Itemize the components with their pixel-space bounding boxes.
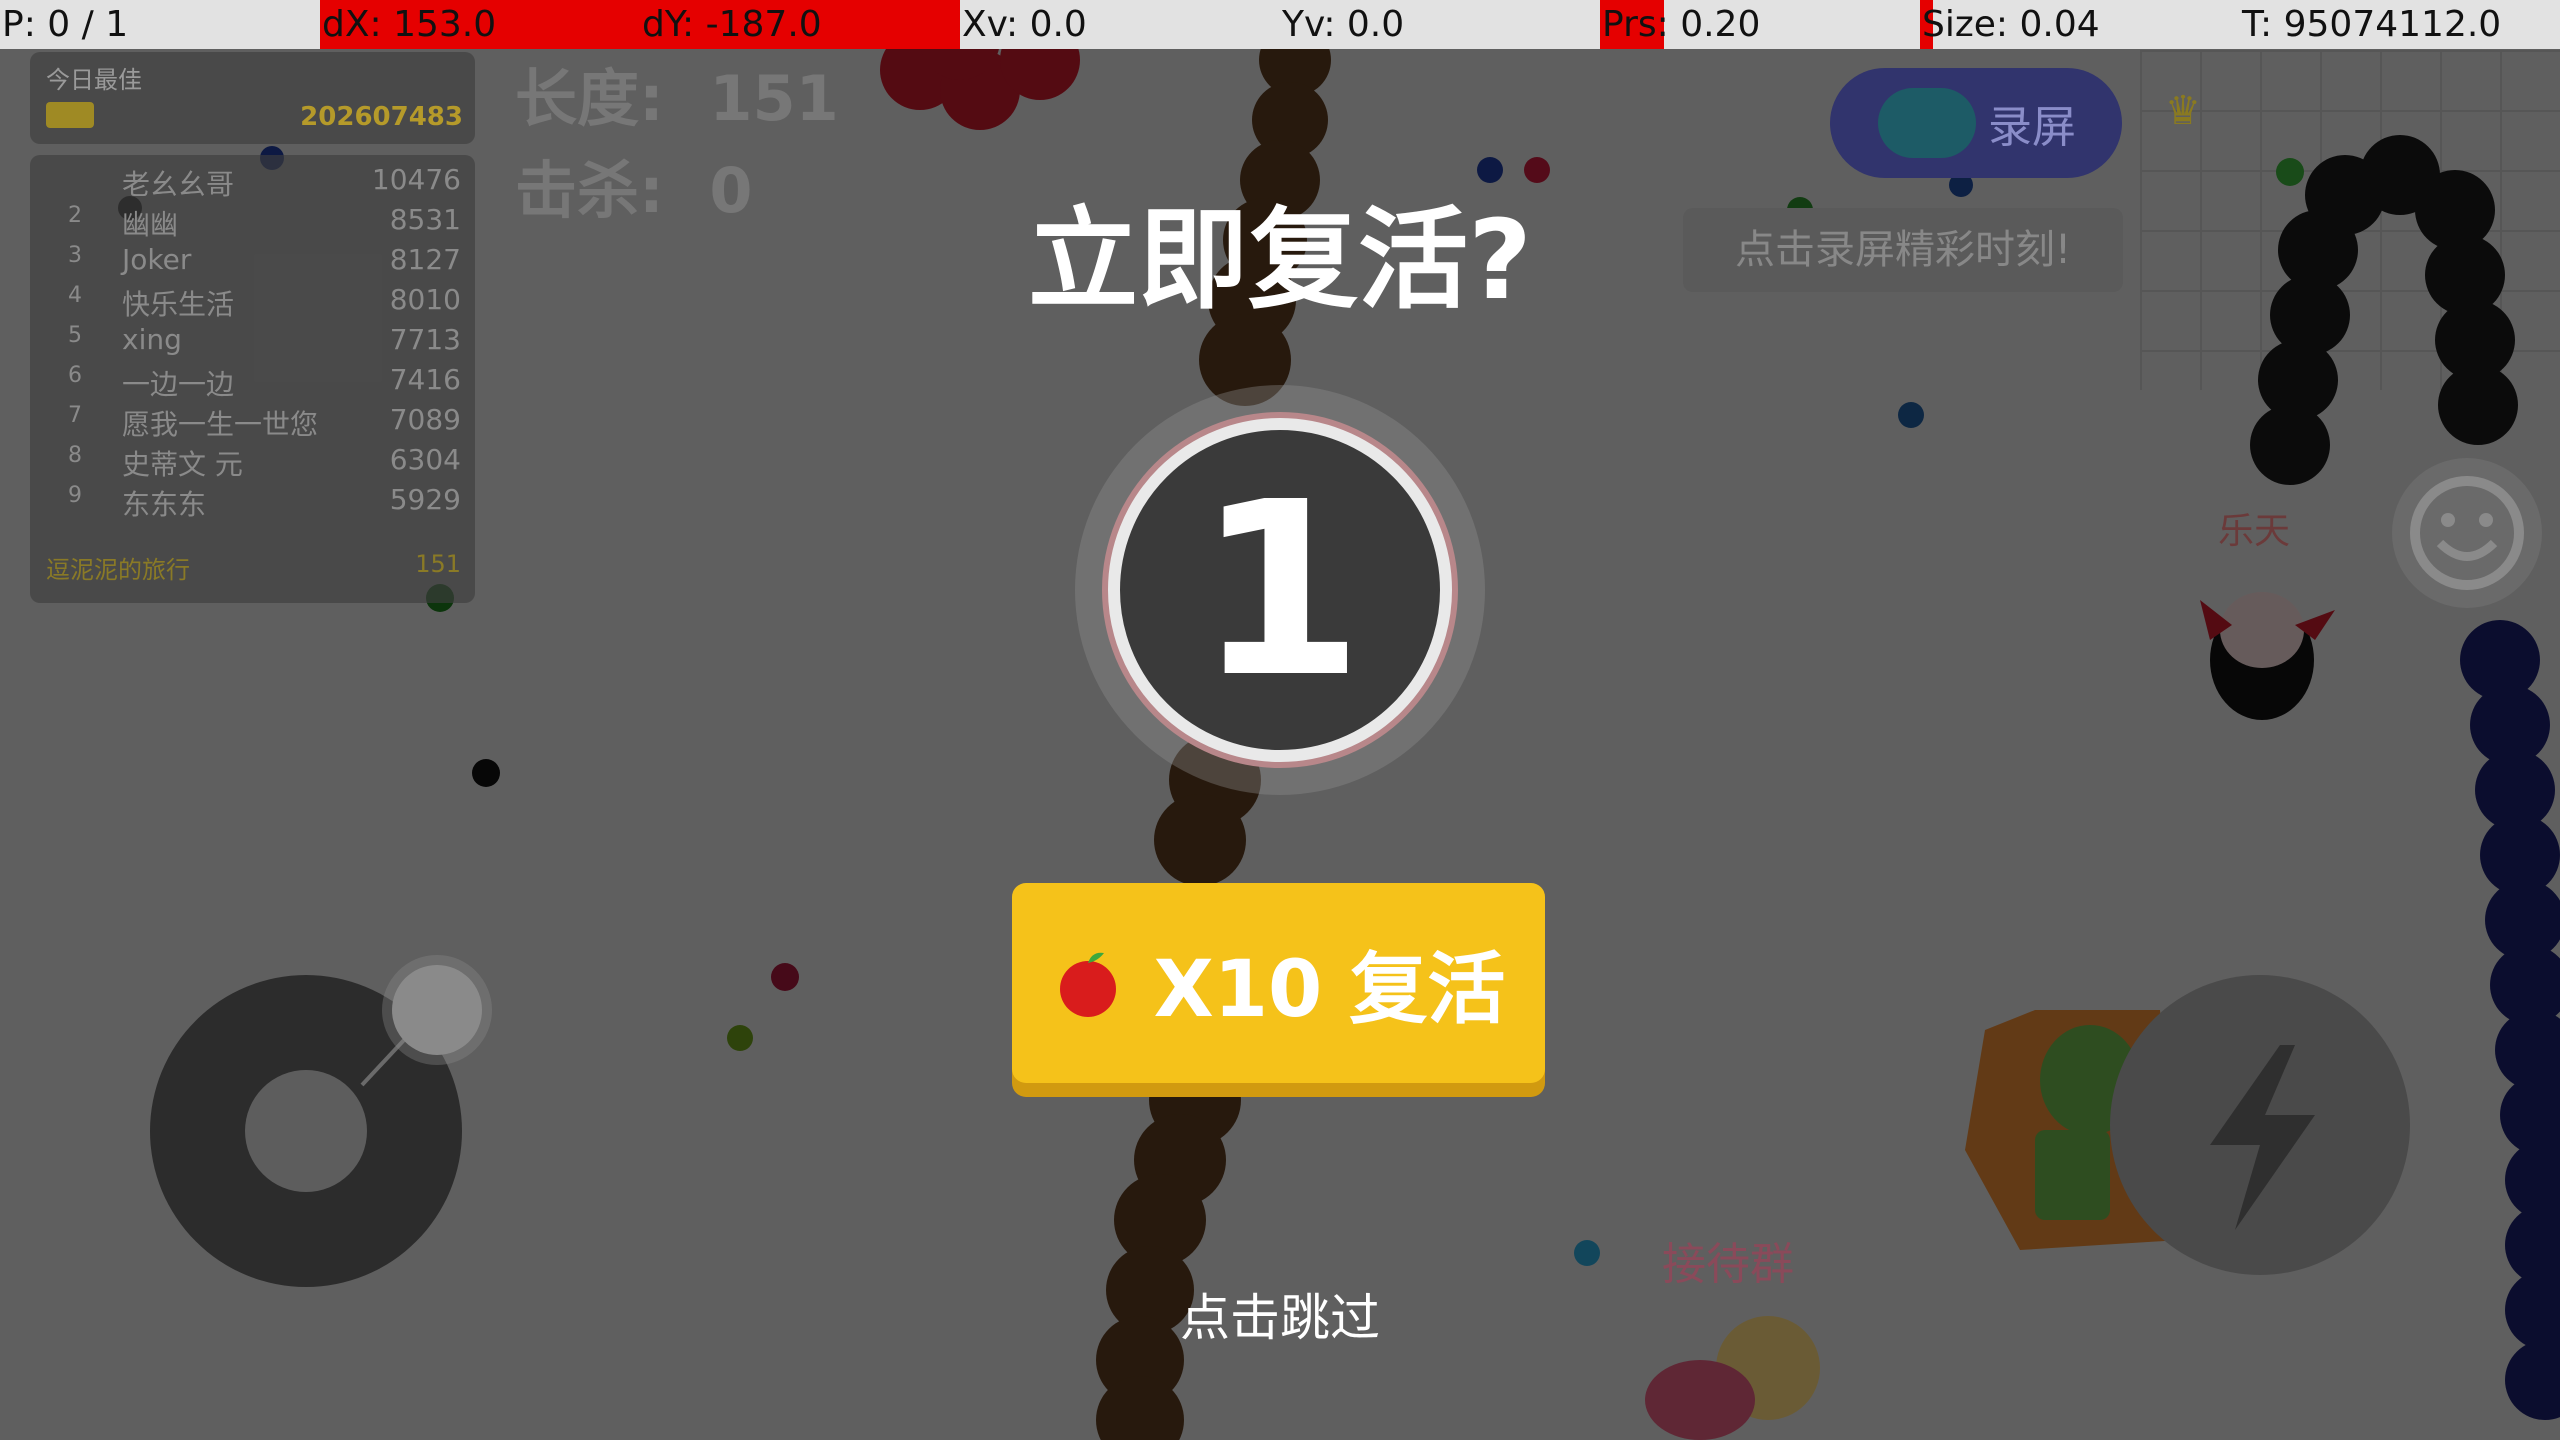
lightning-icon [2210,1045,2315,1230]
status-label: Size: 0.04 [1922,4,2100,45]
status-label: dX: 153.0 [322,4,497,45]
leaderboard-name: 愿我一生一世您 [122,408,319,441]
leaderboard-score: 7416 [389,363,461,396]
status-cell: Yv: 0.0 [1280,0,1600,49]
leaderboard-rank: 8 [68,443,82,468]
leaderboard-header: 今日最佳 202607483 [30,52,475,144]
revive-button[interactable]: X10 复活 [1012,883,1545,1083]
leaderboard-row: 7 愿我一生一世您 7089 [30,403,475,441]
player-name-tag: 乐天 [2218,511,2291,552]
leaderboard-rank: 9 [68,483,82,508]
status-label: Xv: 0.0 [962,4,1087,45]
length-value: 151 [709,62,839,135]
pointer-status-bar: P: 0 / 1 dX: 153.0 dY: -187.0 Xv: 0.0 Yv: 0.… [0,0,2560,49]
apple-icon [1052,947,1124,1019]
status-cell: Prs: 0.20 [1600,0,1920,49]
revive-title: 立即复活? [1028,196,1532,324]
leaderboard-self-name: 逗泥泥的旅行 [46,556,190,584]
record-screen-button[interactable]: 录屏 [1830,68,2122,178]
leaderboard-row: 6 一边一边 7416 [30,363,475,401]
joystick-center [245,1070,367,1192]
skip-link[interactable]: 点击跳过 [0,1278,2560,1350]
leaderboard-self-score: 151 [415,550,461,578]
smile-icon [2410,476,2524,590]
status-cell: Size: 0.04 [1920,0,2240,49]
leaderboard-name: 东东东 [122,488,207,521]
joystick-knob[interactable] [392,965,482,1055]
record-screen-label: 录屏 [1988,102,2076,153]
emoji-button[interactable] [2392,458,2542,608]
revive-button-label: X10 复活 [1153,945,1506,1035]
leaderboard-rank: 6 [68,363,82,388]
status-label: Yv: 0.0 [1282,4,1405,45]
status-label: P: 0 / 1 [2,4,129,45]
leaderboard-row: 9 东东东 5929 [30,483,475,521]
leaderboard-rank: 7 [68,403,82,428]
leaderboard-name: 一边一边 [122,368,235,401]
status-label: T: 95074112.0 [2242,4,2502,45]
length-label: 长度: [515,62,664,135]
leaderboard-name: 史蒂文 元 [122,448,243,481]
length-stat: 长度: 151 [515,48,839,138]
countdown-timer: 1 [1108,418,1452,762]
boost-button[interactable] [2110,975,2410,1275]
status-label: Prs: 0.20 [1602,4,1761,45]
status-cell: P: 0 / 1 [0,0,320,49]
trophy-icon [46,102,94,128]
status-cell: dX: 153.0 [320,0,640,49]
leaderboard-title: 今日最佳 [46,66,142,94]
status-cell: dY: -187.0 [640,0,960,49]
leaderboard-my-score: 202607483 [300,102,463,132]
status-cell: Xv: 0.0 [960,0,1280,49]
countdown-number: 1 [1196,450,1364,730]
crown-icon: ♛ [2165,88,2201,134]
leaderboard-row: 8 史蒂文 元 6304 [30,443,475,481]
status-label: dY: -187.0 [642,4,822,45]
camera-icon [1878,88,1976,158]
leaderboard-score: 7089 [389,403,461,436]
status-cell: T: 95074112.0 [2240,0,2560,49]
leaderboard-score: 5929 [389,483,461,516]
leaderboard-score: 6304 [389,443,461,476]
